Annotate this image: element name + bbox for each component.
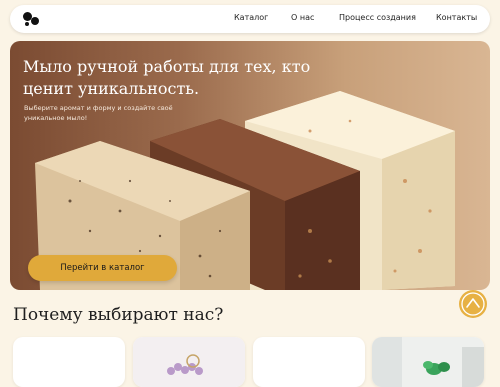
nav-link-about[interactable]: О нас	[291, 13, 314, 22]
bubbles-logo-icon[interactable]	[22, 10, 42, 28]
why-us-heading: Почему выбирают нас?	[13, 305, 224, 325]
feature-card[interactable]	[13, 337, 125, 387]
nav-link-contacts[interactable]: Контакты	[436, 13, 477, 22]
feature-card[interactable]	[133, 337, 245, 387]
go-to-catalog-button[interactable]: Перейти в каталог	[28, 255, 177, 281]
nav-link-process[interactable]: Процесс создания	[339, 13, 416, 22]
hero-banner: Мыло ручной работы для тех, кто ценит ун…	[10, 41, 490, 290]
chevron-up-icon	[461, 292, 485, 316]
jewelry-image	[133, 337, 245, 387]
nav-link-catalog[interactable]: Каталог	[234, 13, 268, 22]
feature-card[interactable]	[372, 337, 484, 387]
top-navbar: Каталог О нас Процесс создания Контакты	[10, 5, 490, 33]
feature-card[interactable]	[253, 337, 365, 387]
plants-image	[372, 337, 484, 387]
hero-subtitle: Выберите аромат и форму и создайте своё …	[24, 104, 173, 122]
hero-title: Мыло ручной работы для тех, кто ценит ун…	[23, 57, 311, 98]
scroll-to-top-button[interactable]	[459, 290, 487, 318]
